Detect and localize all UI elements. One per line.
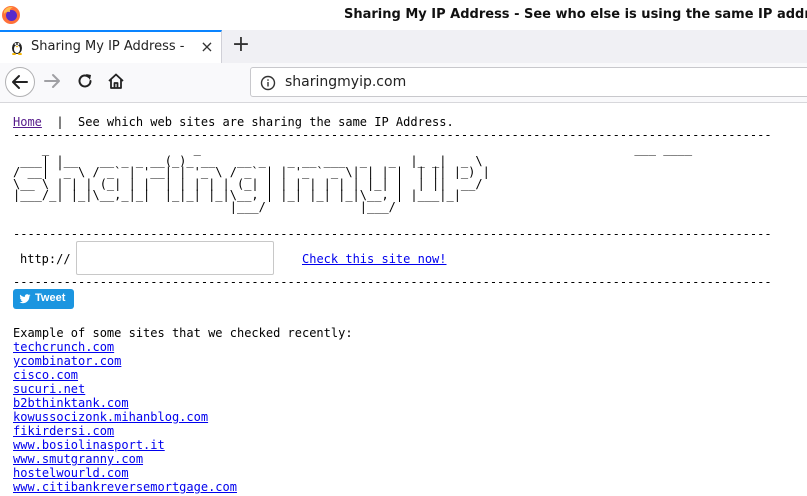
nav-toolbar: sharingmyip.com bbox=[0, 63, 807, 103]
tab-strip: Sharing My IP Address - S × + bbox=[0, 30, 807, 63]
list-item: kowussocizonk.mihanblog.com bbox=[13, 410, 237, 424]
site-link[interactable]: techcrunch.com bbox=[13, 340, 114, 354]
list-item: b2bthinktank.com bbox=[13, 396, 237, 410]
separator: | bbox=[41, 115, 79, 129]
site-link[interactable]: www.citibankreversemortgage.com bbox=[13, 480, 237, 494]
list-item: hostelwourld.com bbox=[13, 466, 237, 480]
arrow-right-icon bbox=[44, 74, 60, 88]
site-link[interactable]: b2bthinktank.com bbox=[13, 396, 129, 410]
site-link[interactable]: www.bosiolinasport.it bbox=[13, 438, 165, 452]
http-label: http:// bbox=[20, 252, 71, 266]
dash-divider: ----------------------------------------… bbox=[13, 275, 772, 289]
recent-sites-list: techcrunch.com ycombinator.com cisco.com su… bbox=[13, 340, 237, 494]
top-line: Home | See which web sites are sharing t… bbox=[13, 115, 454, 129]
tab-close-icon[interactable]: × bbox=[198, 38, 216, 56]
site-link[interactable]: fikirdersi.com bbox=[13, 424, 114, 438]
tweet-button[interactable]: Tweet bbox=[13, 289, 74, 309]
list-item: fikirdersi.com bbox=[13, 424, 237, 438]
list-item: techcrunch.com bbox=[13, 340, 237, 354]
info-circle-icon[interactable] bbox=[260, 75, 276, 91]
home-button[interactable] bbox=[102, 67, 132, 97]
examples-heading: Example of some sites that we checked re… bbox=[13, 326, 353, 340]
tweet-label: Tweet bbox=[35, 292, 66, 304]
list-item: www.smutgranny.com bbox=[13, 452, 237, 466]
list-item: cisco.com bbox=[13, 368, 237, 382]
site-url-input[interactable] bbox=[76, 241, 274, 275]
url-text: sharingmyip.com bbox=[285, 74, 407, 90]
site-link[interactable]: kowussocizonk.mihanblog.com bbox=[13, 410, 208, 424]
penguin-favicon-icon bbox=[9, 39, 25, 55]
window-titlebar: Sharing My IP Address - See who else is … bbox=[0, 0, 807, 30]
home-icon bbox=[108, 73, 124, 89]
back-button[interactable] bbox=[5, 67, 35, 97]
ascii-logo: _ _ ___ ____ ___| |__ __ _ _ __(_)_ __ _… bbox=[13, 142, 693, 214]
list-item: ycombinator.com bbox=[13, 354, 237, 368]
twitter-bird-icon bbox=[19, 294, 31, 304]
site-link[interactable]: ycombinator.com bbox=[13, 354, 121, 368]
dash-divider: ----------------------------------------… bbox=[13, 128, 772, 142]
new-tab-plus-icon[interactable]: + bbox=[230, 34, 252, 56]
site-link[interactable]: cisco.com bbox=[13, 368, 78, 382]
forward-button[interactable] bbox=[38, 67, 68, 97]
tagline: See which web sites are sharing the same… bbox=[78, 115, 454, 129]
home-link[interactable]: Home bbox=[13, 115, 42, 129]
tab-sharing-my-ip[interactable]: Sharing My IP Address - S × bbox=[0, 30, 222, 63]
arrow-left-icon bbox=[12, 75, 28, 89]
window-title: Sharing My IP Address - See who else is … bbox=[344, 7, 807, 22]
address-bar[interactable]: sharingmyip.com bbox=[250, 67, 807, 97]
reload-button[interactable] bbox=[71, 67, 101, 97]
dash-divider: ----------------------------------------… bbox=[13, 227, 772, 241]
check-site-link[interactable]: Check this site now! bbox=[302, 252, 447, 266]
list-item: sucuri.net bbox=[13, 382, 237, 396]
list-item: www.bosiolinasport.it bbox=[13, 438, 237, 452]
firefox-logo-icon bbox=[1, 5, 21, 25]
reload-icon bbox=[78, 74, 92, 88]
list-item: www.citibankreversemortgage.com bbox=[13, 480, 237, 494]
site-link[interactable]: sucuri.net bbox=[13, 382, 85, 396]
site-link[interactable]: www.smutgranny.com bbox=[13, 452, 143, 466]
tab-title: Sharing My IP Address - S bbox=[31, 39, 186, 54]
site-link[interactable]: hostelwourld.com bbox=[13, 466, 129, 480]
page-content: Home | See which web sites are sharing t… bbox=[0, 104, 807, 496]
